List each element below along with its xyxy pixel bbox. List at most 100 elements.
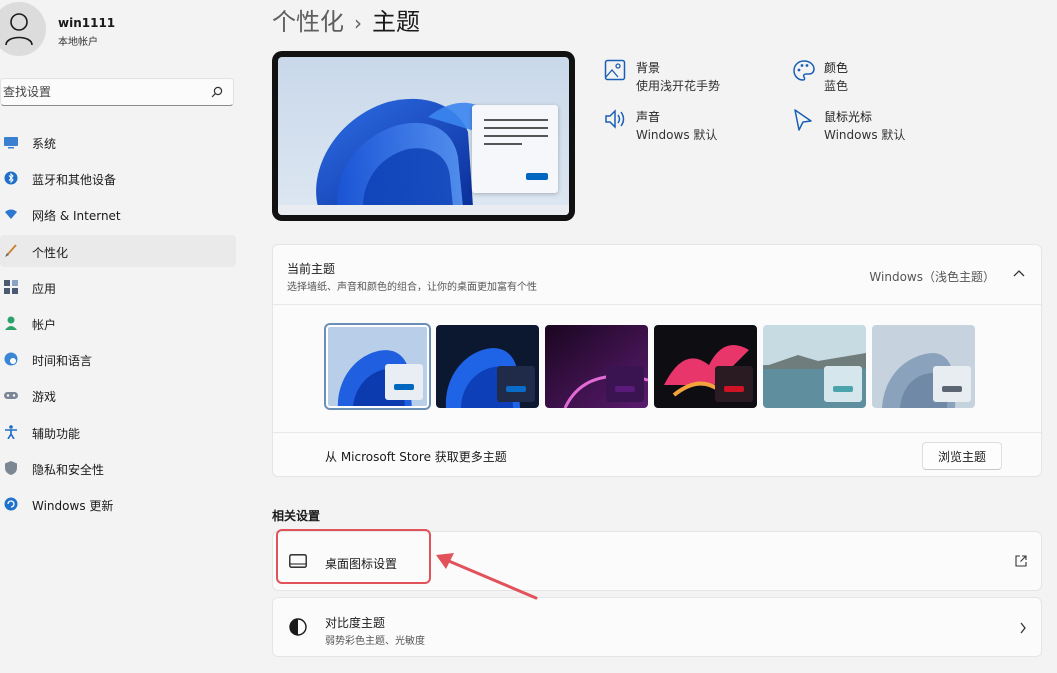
theme-thumbnail[interactable] bbox=[654, 325, 757, 408]
sidebar-item-bluetooth[interactable]: 蓝牙和其他设备 bbox=[0, 162, 236, 194]
thumb-window bbox=[933, 366, 971, 402]
background-title: 背景 bbox=[636, 61, 661, 75]
preview-line bbox=[484, 143, 522, 145]
color-title: 颜色 bbox=[824, 61, 849, 75]
brush-icon bbox=[5, 243, 17, 257]
browse-themes-button[interactable]: 浏览主题 bbox=[922, 442, 1002, 470]
current-theme-card: 当前主题 选择墙纸、声音和颜色的组合，让你的桌面更加富有个性 Windows（浅… bbox=[272, 244, 1042, 477]
cursor-setting[interactable]: 鼠标光标 Windows 默认 bbox=[792, 108, 952, 144]
chevron-right-icon bbox=[1020, 622, 1026, 634]
sidebar-item-label: Windows 更新 bbox=[32, 498, 114, 513]
theme-thumbnail[interactable] bbox=[324, 323, 431, 410]
sidebar-item-personalization[interactable]: 个性化 bbox=[0, 234, 236, 267]
contrast-themes-row[interactable]: 对比度主题 弱势彩色主题、光敏度 bbox=[272, 597, 1042, 657]
sound-value: Windows 默认 bbox=[636, 128, 718, 142]
sidebar-item-label: 辅助功能 bbox=[32, 426, 81, 441]
background-setting[interactable]: 背景 使用浅开花手势 bbox=[604, 59, 764, 95]
theme-preview-wallpaper bbox=[278, 57, 569, 215]
thumb-window bbox=[385, 364, 423, 400]
thumb-window bbox=[824, 366, 862, 402]
thumb-accent bbox=[724, 386, 744, 392]
sound-title: 声音 bbox=[636, 110, 661, 124]
palette-icon bbox=[793, 60, 815, 81]
person-icon bbox=[5, 316, 17, 330]
preview-line bbox=[484, 119, 548, 121]
breadcrumb: 个性化 › 主题 bbox=[272, 2, 420, 37]
theme-thumbnail[interactable] bbox=[872, 325, 975, 408]
thumb-accent bbox=[833, 386, 853, 392]
thumb-accent bbox=[615, 386, 635, 392]
thumb-accent bbox=[394, 384, 414, 390]
sound-setting[interactable]: 声音 Windows 默认 bbox=[604, 108, 764, 144]
chevron-up-icon[interactable] bbox=[1013, 269, 1025, 277]
accessibility-icon bbox=[5, 424, 17, 439]
sidebar-item-label: 网络 & Internet bbox=[32, 209, 121, 224]
search-icon[interactable] bbox=[211, 86, 223, 98]
monitor-icon bbox=[4, 137, 18, 149]
preview-button bbox=[526, 173, 548, 180]
color-setting[interactable]: 颜色 蓝色 bbox=[792, 59, 952, 95]
sidebar-item-system[interactable]: 系统 bbox=[0, 126, 236, 158]
breadcrumb-separator: › bbox=[354, 11, 362, 35]
thumb-window bbox=[606, 366, 644, 402]
preview-line bbox=[484, 135, 548, 137]
person-avatar-icon bbox=[5, 13, 33, 46]
search-input[interactable] bbox=[3, 82, 203, 102]
sidebar-item-accounts[interactable]: 帐户 bbox=[0, 307, 236, 339]
color-value: 蓝色 bbox=[824, 79, 849, 93]
search-box[interactable] bbox=[0, 78, 234, 106]
sidebar-item-label: 游戏 bbox=[32, 390, 57, 405]
external-link-icon bbox=[1015, 555, 1027, 567]
contrast-icon bbox=[289, 618, 307, 636]
apps-icon bbox=[4, 279, 18, 294]
theme-thumbnail[interactable] bbox=[436, 325, 539, 408]
sidebar-item-label: 个性化 bbox=[32, 245, 69, 260]
sidebar-item-label: 系统 bbox=[32, 137, 57, 151]
store-row: 从 Microsoft Store 获取更多主题 浏览主题 bbox=[273, 432, 1041, 477]
sidebar-item-label: 蓝牙和其他设备 bbox=[32, 173, 117, 188]
theme-thumbnail[interactable] bbox=[763, 325, 866, 408]
sidebar-nav: 系统 蓝牙和其他设备 网络 & Internet 个性化 应用 帐户 时间和语言… bbox=[0, 126, 236, 524]
page-title: 主题 bbox=[372, 8, 420, 36]
thumb-accent bbox=[506, 386, 526, 392]
store-text: 从 Microsoft Store 获取更多主题 bbox=[325, 450, 507, 464]
sidebar-item-windows-update[interactable]: Windows 更新 bbox=[0, 488, 236, 520]
update-icon bbox=[4, 497, 18, 511]
sidebar-item-gaming[interactable]: 游戏 bbox=[0, 379, 236, 411]
sidebar: win1111 本地帐户 系统 蓝牙和其他设备 网络 & Internet bbox=[0, 0, 245, 673]
avatar[interactable] bbox=[0, 2, 46, 56]
preview-taskbar bbox=[278, 205, 569, 215]
sidebar-item-time-language[interactable]: 时间和语言 bbox=[0, 343, 236, 375]
current-theme-title: 当前主题 bbox=[287, 262, 336, 276]
contrast-themes-description: 弱势彩色主题、光敏度 bbox=[325, 636, 425, 647]
sidebar-item-apps[interactable]: 应用 bbox=[0, 271, 236, 303]
cursor-value: Windows 默认 bbox=[824, 128, 906, 142]
sidebar-item-label: 应用 bbox=[32, 281, 57, 296]
theme-thumbnail[interactable] bbox=[545, 325, 648, 408]
wifi-icon bbox=[5, 209, 17, 220]
current-theme-value: Windows（浅色主题） bbox=[869, 270, 995, 284]
sidebar-item-label: 帐户 bbox=[32, 317, 57, 332]
sidebar-item-label: 隐私和安全性 bbox=[32, 462, 105, 477]
thumb-accent bbox=[942, 386, 962, 392]
breadcrumb-parent[interactable]: 个性化 bbox=[272, 8, 344, 36]
thumb-window bbox=[715, 366, 753, 402]
sidebar-item-accessibility[interactable]: 辅助功能 bbox=[0, 416, 236, 448]
related-settings-title: 相关设置 bbox=[272, 509, 321, 523]
sidebar-item-label: 时间和语言 bbox=[32, 354, 93, 369]
image-icon bbox=[604, 59, 626, 81]
cursor-title: 鼠标光标 bbox=[824, 110, 873, 124]
sidebar-item-network[interactable]: 网络 & Internet bbox=[0, 198, 236, 230]
user-name: win1111 bbox=[58, 16, 116, 30]
preview-line bbox=[484, 127, 548, 129]
arrow-annotation-icon bbox=[436, 553, 538, 600]
shield-icon bbox=[5, 460, 17, 475]
current-theme-header[interactable]: 当前主题 选择墙纸、声音和颜色的组合，让你的桌面更加富有个性 Windows（浅… bbox=[273, 245, 1041, 305]
bluetooth-icon bbox=[4, 171, 18, 185]
globe-clock-icon bbox=[4, 352, 18, 366]
speaker-icon bbox=[605, 109, 625, 129]
sidebar-item-privacy[interactable]: 隐私和安全性 bbox=[0, 452, 236, 484]
user-profile[interactable]: win1111 本地帐户 bbox=[0, 2, 240, 56]
contrast-themes-title: 对比度主题 bbox=[325, 616, 386, 630]
current-theme-description: 选择墙纸、声音和颜色的组合，让你的桌面更加富有个性 bbox=[287, 282, 537, 293]
